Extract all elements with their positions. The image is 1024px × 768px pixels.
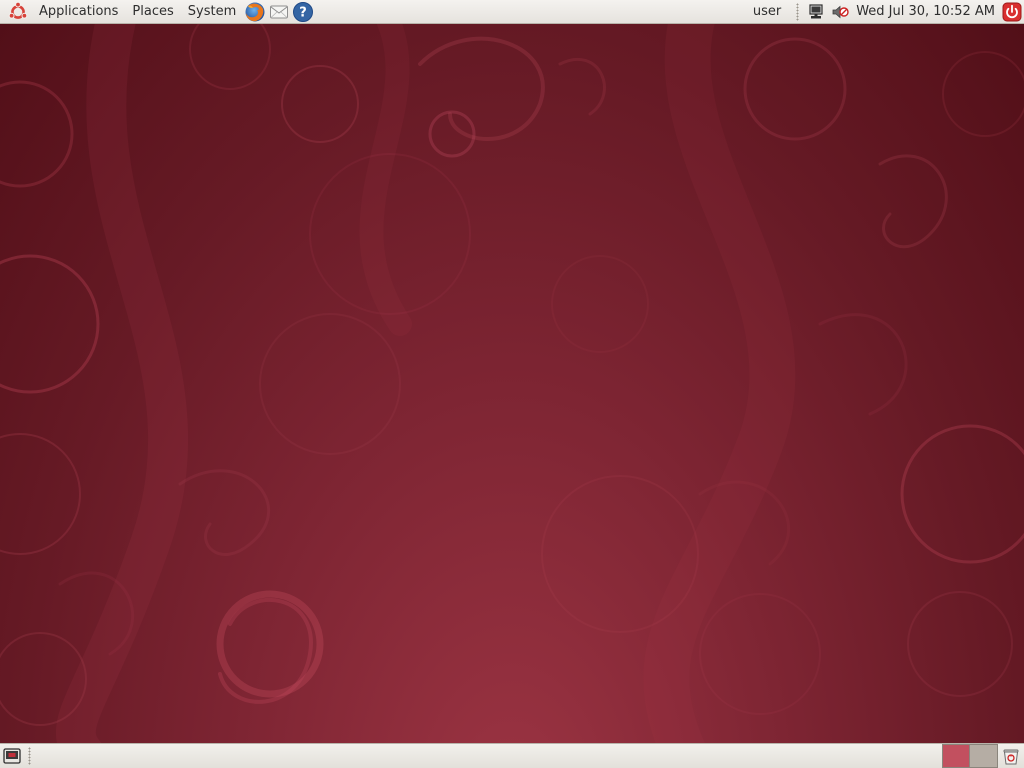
system-menu[interactable]: System [181,0,243,24]
mail-icon[interactable] [268,1,290,23]
bottom-panel [0,743,1024,768]
desktop[interactable] [0,24,1024,743]
network-icon[interactable] [806,2,826,22]
workspace-2[interactable] [970,745,997,767]
trash-icon[interactable] [1000,745,1022,767]
clock[interactable]: Wed Jul 30, 10:52 AM [852,0,999,24]
firefox-icon[interactable] [244,1,266,23]
workspace-1[interactable] [943,745,970,767]
distro-logo-icon[interactable] [6,0,30,24]
panel-separator [796,2,800,21]
top-panel: Applications Places System ? user Wed Ju… [0,0,1024,24]
user-switcher[interactable]: user [743,0,791,24]
power-icon[interactable] [1001,1,1023,23]
show-desktop-icon[interactable] [1,745,23,767]
svg-text:?: ? [299,5,307,20]
main-menu-bar: Applications Places System ? [0,0,315,24]
screen: Applications Places System ? user Wed Ju… [0,0,1024,768]
panel-separator [28,747,31,765]
volume-muted-icon[interactable] [830,2,850,22]
help-icon[interactable]: ? [292,1,314,23]
applications-menu[interactable]: Applications [32,0,125,24]
workspace-switcher [942,744,998,768]
system-tray: user Wed Jul 30, 10:52 AM [743,0,1024,24]
window-list[interactable] [36,744,942,768]
places-menu[interactable]: Places [125,0,180,24]
wallpaper-swirls [0,24,1024,743]
